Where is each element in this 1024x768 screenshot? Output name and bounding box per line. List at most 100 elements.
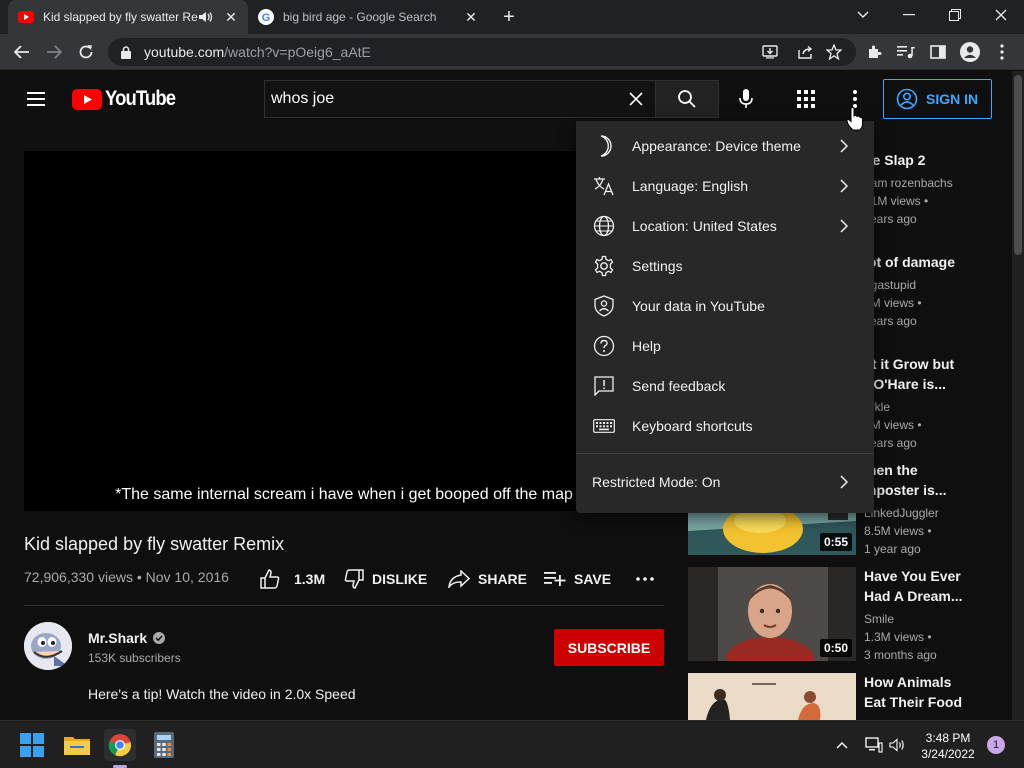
chrome-taskbar-icon[interactable] — [104, 729, 136, 761]
save-label: SAVE — [574, 571, 612, 587]
clear-search-icon[interactable] — [626, 89, 646, 109]
close-tab-icon[interactable]: ✕ — [222, 8, 240, 26]
menu-item-appearance[interactable]: Appearance: Device theme — [576, 126, 874, 166]
youtube-wordmark: YouTube — [105, 87, 176, 110]
related-age: 1 year ago — [864, 542, 921, 556]
microphone-icon — [739, 89, 753, 108]
address-bar[interactable]: youtube.com/watch?v=pOeig6_aAtE — [108, 38, 856, 66]
chevron-up-icon[interactable] — [830, 729, 854, 761]
verified-check-icon — [153, 632, 166, 644]
related-title: lot of damage — [864, 254, 956, 270]
notification-badge[interactable]: 1 — [987, 736, 1005, 754]
video-duration: 0:50 — [819, 639, 852, 657]
side-panel-icon[interactable] — [924, 38, 952, 66]
share-icon — [448, 570, 470, 588]
related-views: 1.3M views • — [864, 630, 932, 644]
file-explorer-icon[interactable] — [61, 729, 93, 761]
menu-item-your-data[interactable]: Your data in YouTube — [576, 286, 874, 326]
menu-item-help[interactable]: Help — [576, 326, 874, 366]
menu-item-restricted-mode[interactable]: Restricted Mode: On — [576, 462, 874, 502]
share-button[interactable]: SHARE — [448, 568, 527, 590]
youtube-icon — [18, 9, 34, 25]
moon-icon — [592, 134, 616, 158]
tab-search-icon[interactable] — [840, 0, 886, 30]
related-thumbnail[interactable]: 0:50 — [688, 567, 856, 661]
channel-avatar[interactable] — [24, 622, 72, 670]
shield-person-icon — [592, 294, 616, 318]
youtube-logo[interactable]: YouTube — [72, 87, 185, 111]
guide-menu-icon[interactable] — [24, 87, 48, 111]
speaker-icon[interactable] — [198, 9, 214, 25]
media-controls-icon[interactable] — [892, 38, 920, 66]
back-button[interactable] — [8, 38, 36, 66]
url-path: /watch?v=pOeig6_aAtE — [224, 44, 371, 60]
menu-item-label: Appearance: Device theme — [632, 138, 801, 154]
chevron-right-icon — [834, 472, 854, 492]
system-clock[interactable]: 3:48 PM 3/24/2022 — [916, 730, 980, 762]
menu-item-language[interactable]: Language: English — [576, 166, 874, 206]
sign-in-button[interactable]: SIGN IN — [883, 79, 992, 119]
search-input[interactable]: whos joe — [264, 80, 656, 118]
save-button[interactable]: SAVE — [544, 568, 611, 590]
menu-item-location[interactable]: Location: United States — [576, 206, 874, 246]
tab-google[interactable]: G big bird age - Google Search ✕ — [252, 0, 488, 34]
reload-button[interactable] — [72, 38, 100, 66]
tab-youtube[interactable]: Kid slapped by fly swatter Remix - YouTu… — [8, 0, 248, 34]
thumbs-up-icon — [260, 569, 280, 589]
menu-item-label: Your data in YouTube — [632, 298, 765, 314]
profile-icon[interactable] — [956, 38, 984, 66]
related-age: 3 months ago — [864, 648, 937, 662]
related-channel: Smile — [864, 612, 895, 626]
video-caption: *The same internal scream i have when i … — [115, 486, 573, 503]
menu-divider — [576, 453, 874, 454]
keyboard-icon — [592, 414, 616, 438]
chrome-menu-icon[interactable] — [988, 38, 1016, 66]
close-window-button[interactable] — [978, 0, 1024, 30]
menu-item-label: Settings — [632, 258, 683, 274]
channel-name[interactable]: Mr.Shark — [88, 630, 166, 646]
forward-button[interactable] — [40, 38, 68, 66]
bookmark-star-icon[interactable] — [822, 42, 846, 62]
restore-button[interactable] — [932, 0, 978, 30]
extensions-icon[interactable] — [860, 38, 888, 66]
related-thumbnail[interactable] — [688, 673, 856, 720]
share-page-icon[interactable] — [794, 42, 818, 62]
more-actions-icon[interactable] — [636, 568, 654, 590]
menu-item-settings[interactable]: Settings — [576, 246, 874, 286]
menu-item-label: Send feedback — [632, 378, 726, 394]
video-player[interactable] — [24, 151, 664, 511]
related-title: he Slap 2 — [864, 152, 926, 168]
search-query: whos joe — [271, 90, 335, 107]
chevron-right-icon — [834, 216, 854, 236]
volume-icon[interactable] — [886, 729, 910, 761]
related-channel: LinkedJuggler — [864, 506, 939, 520]
menu-item-feedback[interactable]: Send feedback — [576, 366, 874, 406]
related-title-line2: mposter is... — [864, 482, 947, 498]
related-title-line2: r O'Hare is... — [864, 376, 946, 392]
search-button[interactable] — [655, 80, 719, 118]
lock-icon[interactable] — [118, 45, 134, 59]
close-tab-icon[interactable]: ✕ — [462, 8, 480, 26]
scrollbar-thumb[interactable] — [1014, 75, 1022, 255]
like-count: 1.3M — [294, 571, 326, 587]
new-tab-button[interactable]: + — [498, 6, 520, 28]
subscribe-button[interactable]: SUBSCRIBE — [554, 629, 664, 666]
network-icon[interactable] — [862, 729, 886, 761]
dislike-button[interactable]: DISLIKE — [344, 568, 427, 590]
calculator-icon[interactable] — [148, 729, 180, 761]
account-icon — [896, 88, 918, 110]
install-app-icon[interactable] — [758, 42, 782, 62]
translate-icon — [592, 174, 616, 198]
voice-search-button[interactable] — [728, 81, 764, 117]
windows-start-icon[interactable] — [16, 729, 48, 761]
apps-grid-icon[interactable] — [794, 87, 818, 111]
video-description: Here's a tip! Watch the video in 2.0x Sp… — [88, 686, 356, 702]
menu-item-keyboard-shortcuts[interactable]: Keyboard shortcuts — [576, 406, 874, 446]
clock-time: 3:48 PM — [925, 731, 971, 745]
video-duration: 0:55 — [819, 533, 852, 551]
clock-date: 3/24/2022 — [921, 747, 975, 761]
menu-item-label: Location: United States — [632, 218, 777, 234]
like-button[interactable]: 1.3M — [260, 568, 325, 590]
minimize-button[interactable] — [886, 0, 932, 30]
browser-toolbar: youtube.com/watch?v=pOeig6_aAtE — [0, 34, 1024, 70]
